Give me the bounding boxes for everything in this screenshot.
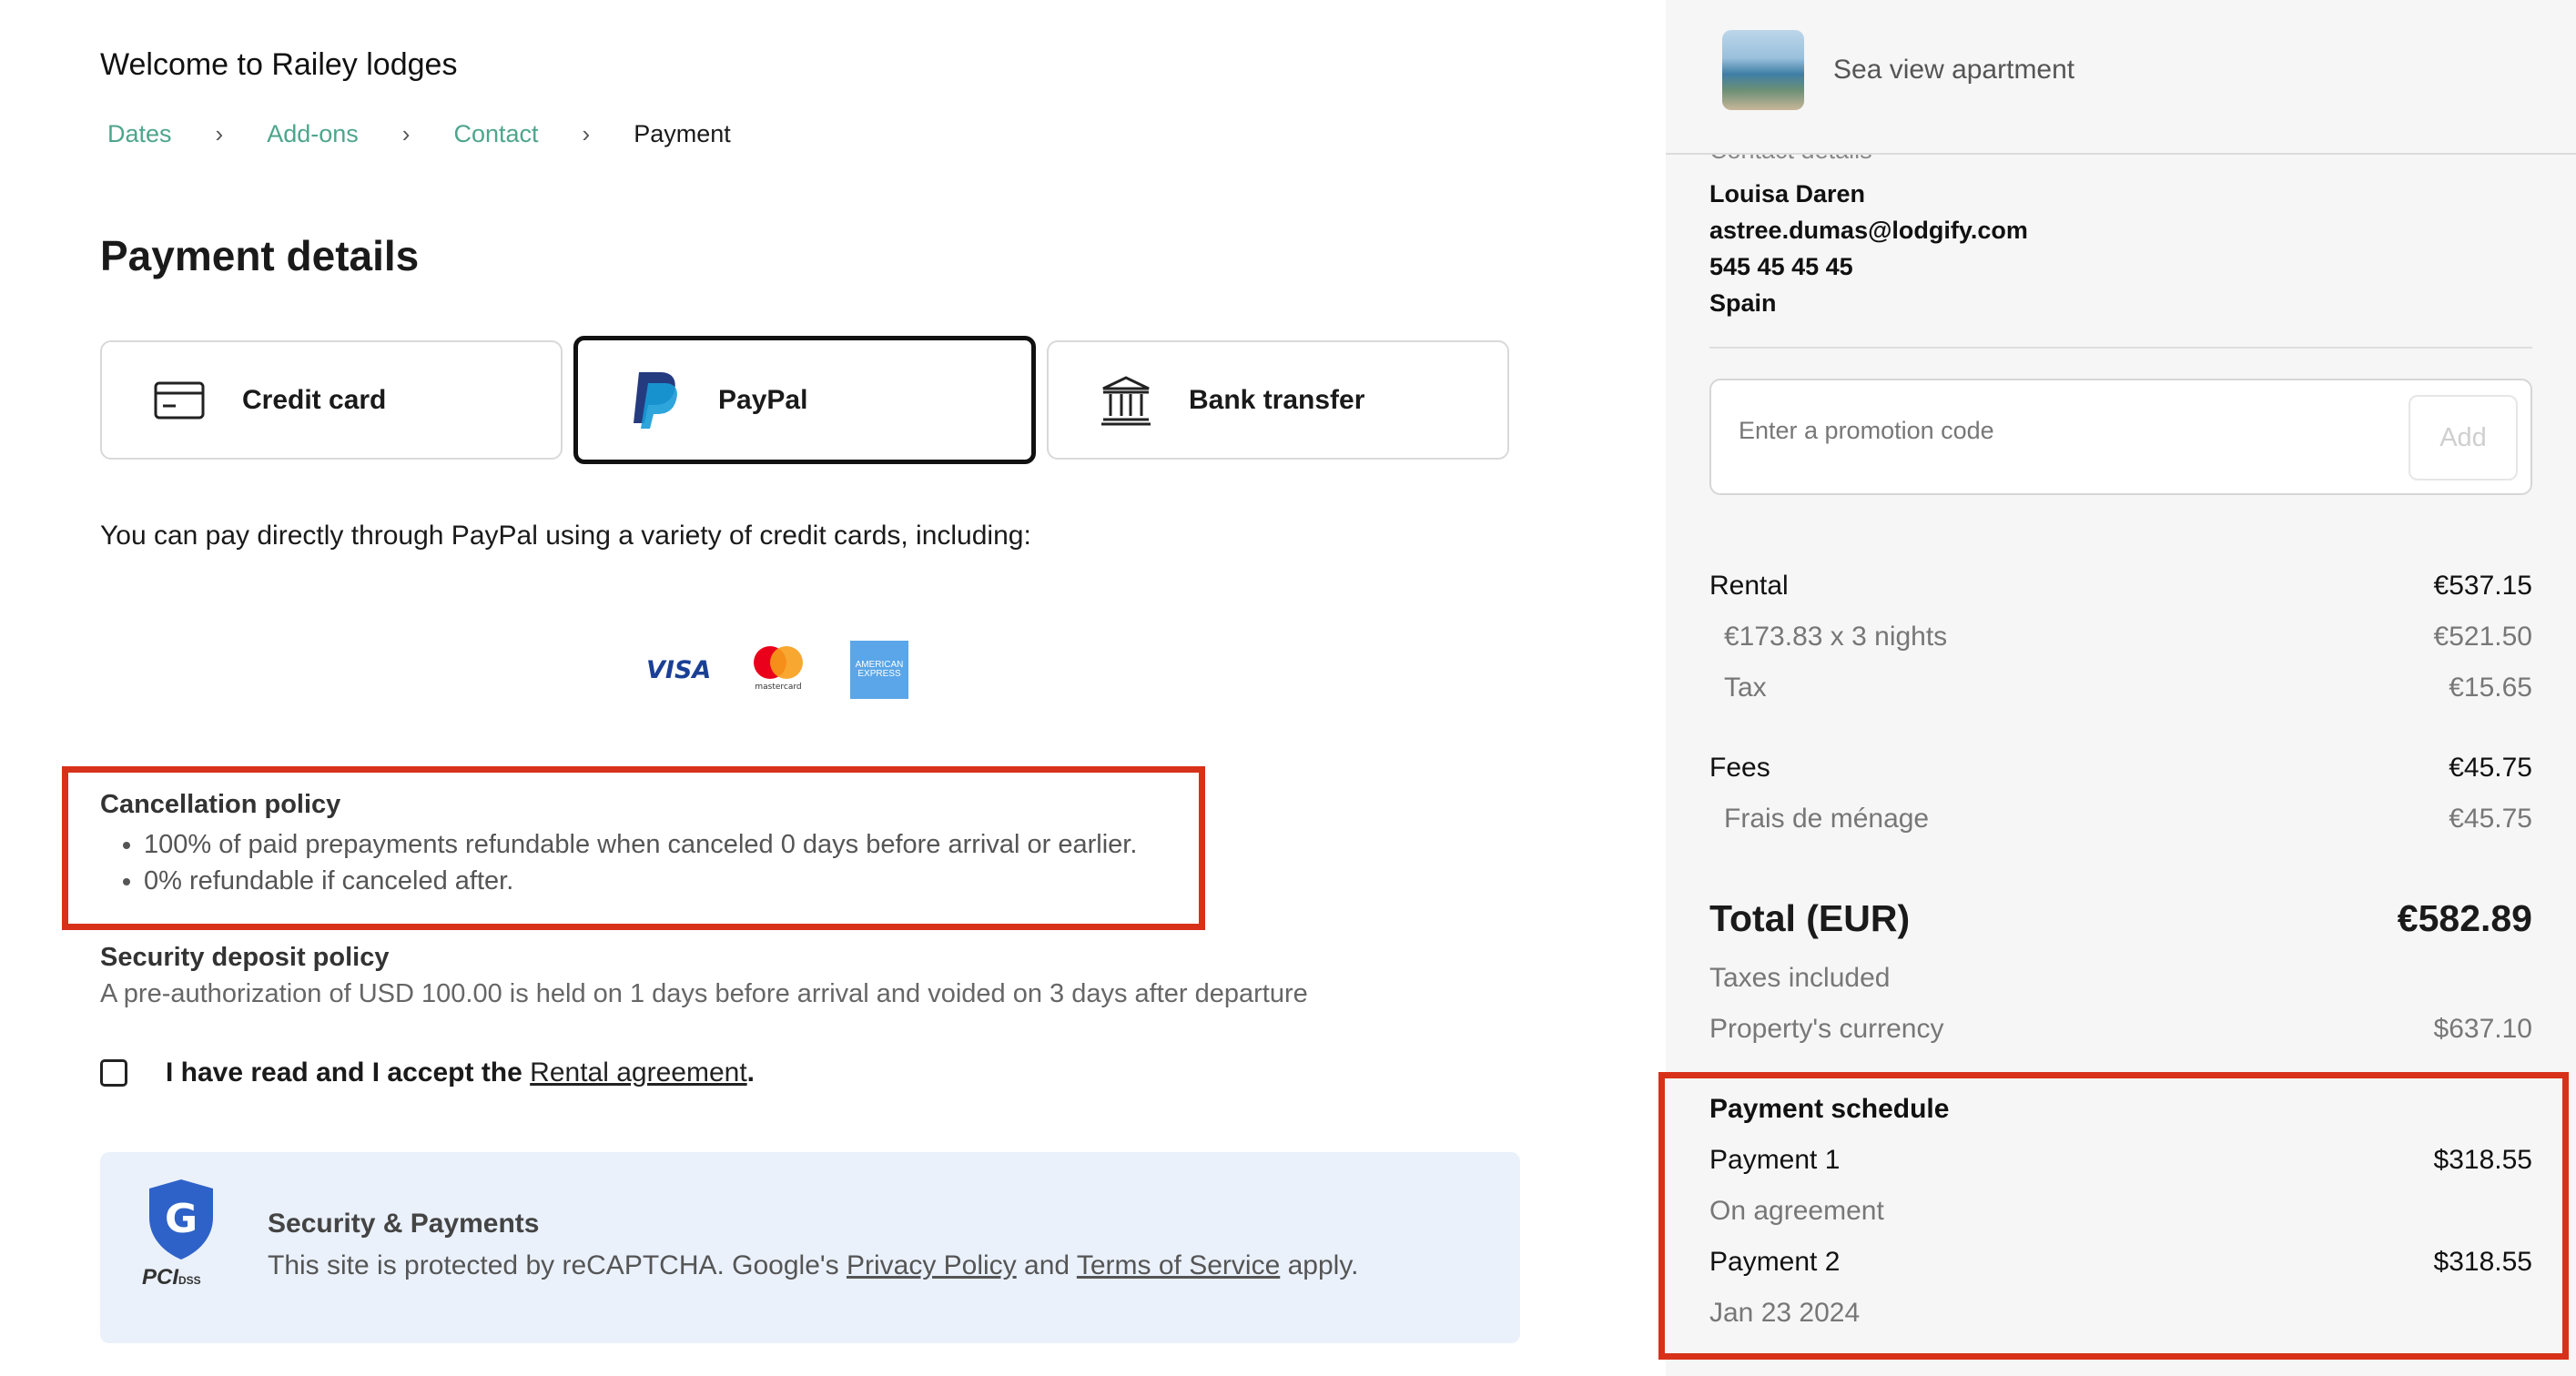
- google-shield-icon: G: [147, 1178, 215, 1266]
- amex-logo: AMERICAN EXPRESS: [850, 641, 908, 699]
- breadcrumb-dates[interactable]: Dates: [107, 120, 172, 148]
- payment-method-bank-transfer[interactable]: Bank transfer: [1047, 340, 1509, 460]
- agreement-prefix: I have read and I accept the: [166, 1057, 522, 1088]
- property-thumbnail: [1722, 30, 1804, 110]
- contact-name: Louisa Daren: [1709, 180, 1866, 207]
- pci-dss-badge: PCIDSS: [142, 1265, 201, 1290]
- payment-1-when: On agreement: [1709, 1196, 1884, 1226]
- page-title: Payment details: [100, 232, 420, 279]
- payment-schedule-title: Payment schedule: [1709, 1094, 1950, 1124]
- cancellation-policy-list: 100% of paid prepayments refundable when…: [144, 826, 1137, 899]
- property-header: Sea view apartment: [1666, 0, 2576, 155]
- contact-email: astree.dumas@lodgify.com: [1709, 217, 2028, 244]
- security-text: This site is protected by reCAPTCHA. Goo…: [268, 1250, 1359, 1280]
- bank-icon: [1094, 373, 1158, 428]
- paypal-description: You can pay directly through PayPal usin…: [100, 521, 1031, 551]
- paypal-icon: [624, 371, 687, 429]
- terms-of-service-link[interactable]: Terms of Service: [1077, 1250, 1280, 1280]
- breadcrumb: Dates › Add-ons › Contact › Payment: [107, 120, 731, 148]
- chevron-right-icon: ›: [582, 120, 591, 147]
- agreement-checkbox[interactable]: [100, 1059, 127, 1087]
- rental-agreement-link[interactable]: Rental agreement: [530, 1057, 746, 1088]
- payment-method-label: Bank transfer: [1189, 384, 1365, 415]
- svg-text:mastercard: mastercard: [755, 683, 801, 692]
- payment-method-label: Credit card: [242, 384, 387, 415]
- add-promo-button[interactable]: Add: [2409, 395, 2518, 481]
- price-row-total: Total (EUR) €582.89: [1709, 897, 2532, 939]
- agreement-suffix: .: [746, 1057, 755, 1088]
- promo-code-box: Add: [1709, 379, 2532, 495]
- list-item: 0% refundable if canceled after.: [144, 863, 1137, 899]
- contact-country: Spain: [1709, 289, 1777, 317]
- list-item: 100% of paid prepayments refundable when…: [144, 826, 1137, 863]
- promo-code-input[interactable]: [1739, 417, 2376, 445]
- breadcrumb-contact[interactable]: Contact: [453, 120, 538, 148]
- checkout-main: Welcome to Railey lodges Dates › Add-ons…: [0, 0, 1666, 1376]
- svg-text:G: G: [165, 1196, 198, 1242]
- divider: [1709, 347, 2532, 349]
- welcome-heading: Welcome to Railey lodges: [100, 47, 458, 82]
- security-payments-panel: G PCIDSS Security & Payments This site i…: [100, 1152, 1520, 1343]
- price-row-nightly: €173.83 x 3 nights €521.50: [1724, 622, 2532, 652]
- rental-agreement-consent: I have read and I accept the Rental agre…: [100, 1057, 755, 1088]
- cancellation-policy-title: Cancellation policy: [100, 790, 341, 819]
- payment-method-credit-card[interactable]: Credit card: [100, 340, 563, 460]
- privacy-policy-link[interactable]: Privacy Policy: [847, 1250, 1017, 1280]
- security-title: Security & Payments: [268, 1209, 540, 1239]
- accepted-cards: VISA mastercard AMERICAN EXPRESS: [646, 641, 908, 699]
- price-row-tax: Tax €15.65: [1724, 673, 2532, 703]
- payment-method-label: PayPal: [718, 384, 808, 415]
- price-row-fees: Fees €45.75: [1709, 753, 2532, 783]
- contact-phone: 545 45 45 45: [1709, 253, 1853, 280]
- payment-method-selector: Credit card PayPal Bank transfer: [100, 336, 1509, 464]
- payment-2-when: Jan 23 2024: [1709, 1298, 1861, 1328]
- breadcrumb-payment: Payment: [634, 120, 731, 147]
- credit-card-icon: [147, 373, 211, 428]
- visa-logo: VISA: [646, 655, 712, 684]
- booking-summary: Sea view apartment Contact details Louis…: [1658, 0, 2576, 1376]
- price-row-cleaning: Frais de ménage €45.75: [1724, 804, 2532, 834]
- payment-2-row: Payment 2 $318.55: [1709, 1247, 2532, 1277]
- deposit-policy-text: A pre-authorization of USD 100.00 is hel…: [100, 979, 1308, 1008]
- breadcrumb-addons[interactable]: Add-ons: [267, 120, 359, 148]
- price-row-rental: Rental €537.15: [1709, 571, 2532, 601]
- payment-1-row: Payment 1 $318.55: [1709, 1145, 2532, 1175]
- deposit-policy-title: Security deposit policy: [100, 943, 390, 972]
- mastercard-logo: mastercard: [748, 644, 808, 696]
- property-currency-row: Property's currency $637.10: [1709, 1014, 2532, 1044]
- taxes-included-note: Taxes included: [1709, 963, 1891, 993]
- property-name: Sea view apartment: [1833, 55, 2075, 85]
- chevron-right-icon: ›: [401, 120, 411, 147]
- payment-method-paypal[interactable]: PayPal: [573, 336, 1036, 464]
- chevron-right-icon: ›: [215, 120, 224, 147]
